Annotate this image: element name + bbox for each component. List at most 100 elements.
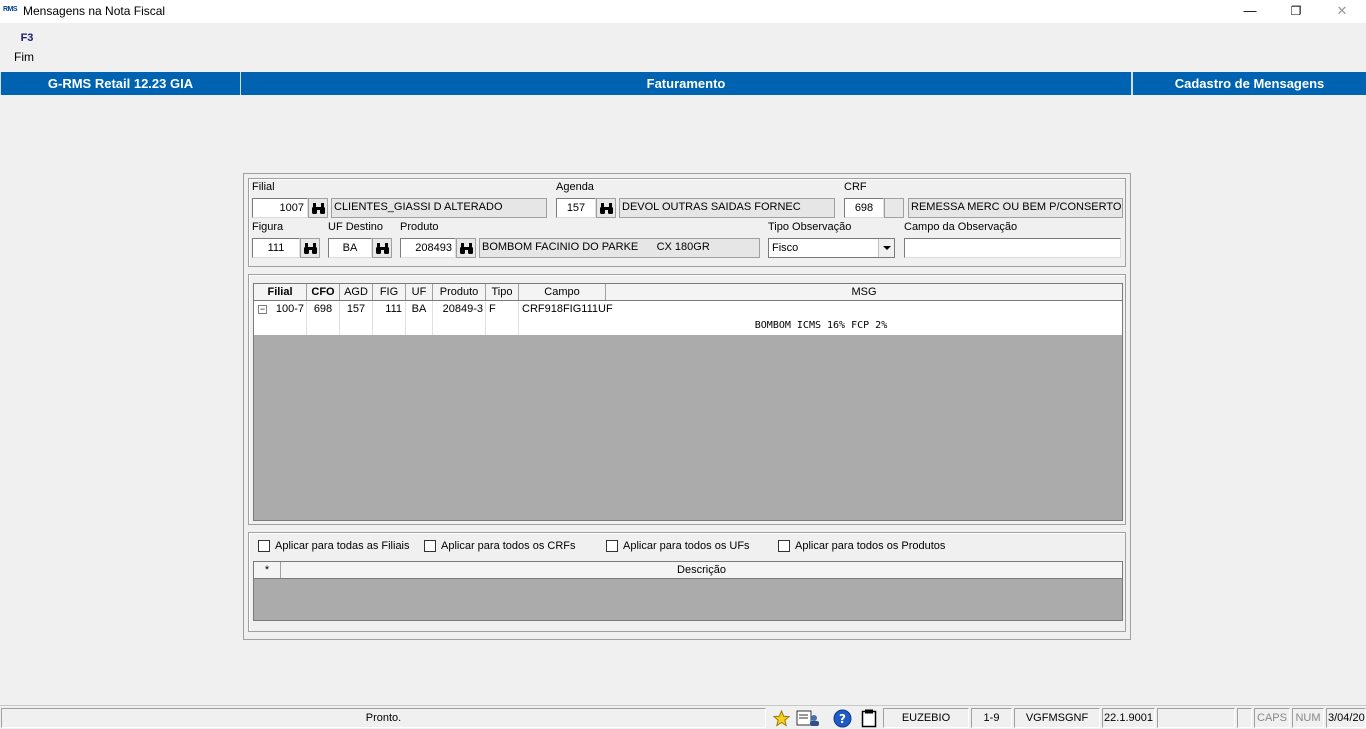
cell-uf: BA (406, 301, 433, 318)
binoculars-icon (311, 202, 325, 214)
col-tipo[interactable]: Tipo (486, 284, 519, 300)
blank-cell (433, 318, 486, 335)
status-date: 3/04/202 (1326, 708, 1366, 728)
status-empty-field (1157, 708, 1235, 728)
col-msg[interactable]: MSG (606, 284, 1122, 300)
document-user-icon (796, 710, 819, 726)
favorites-star-icon[interactable] (770, 708, 792, 728)
user-document-icon[interactable] (794, 708, 822, 728)
cell-campo: CRF918FIG111UF (522, 303, 613, 315)
cell-cfo: 698 (307, 301, 340, 318)
apply-all-filiais-label: Aplicar para todas as Filiais (275, 540, 410, 552)
campo-observacao-input[interactable] (904, 238, 1121, 258)
tipo-observacao-value: Fisco (772, 242, 799, 254)
table-row[interactable]: − 100-7 698 157 111 BA 20849-3 F CRF918F… (254, 301, 1122, 318)
apply-all-produtos-label: Aplicar para todos os Produtos (795, 540, 946, 552)
status-version: 22.1.9001 (1102, 708, 1155, 728)
message-detail-row[interactable]: BOMBOM ICMS 16% FCP 2% (254, 318, 1122, 335)
main-frame: Filial 1007 CLIENTES_GIASSI D ALTERADO A… (243, 173, 1131, 640)
apply-all-ufs-label: Aplicar para todos os UFs (623, 540, 750, 552)
produto-description: BOMBOM FACINIO DO PARKE CX 180GR (479, 238, 760, 258)
filial-input[interactable]: 1007 (252, 198, 308, 218)
binoculars-icon (375, 242, 389, 254)
app-logo-icon: RMS (3, 6, 18, 13)
crf-input[interactable]: 698 (844, 198, 884, 218)
col-campo[interactable]: Campo (519, 284, 606, 300)
checkbox-box[interactable] (606, 540, 618, 552)
results-group: Filial CFO AGD FIG UF Produto Tipo Campo… (248, 274, 1126, 525)
apply-all-ufs-checkbox[interactable]: Aplicar para todos os UFs (606, 540, 750, 552)
binoculars-icon (459, 242, 473, 254)
binoculars-icon (303, 242, 317, 254)
crf-description: REMESSA MERC OU BEM P/CONSERTO (908, 198, 1123, 218)
minimize-button[interactable]: — (1227, 0, 1273, 23)
produto-input[interactable]: 208493 (400, 238, 456, 258)
agenda-label: Agenda (556, 181, 594, 193)
options-group: Aplicar para todas as Filiais Aplicar pa… (248, 532, 1126, 632)
tipo-observacao-label: Tipo Observação (768, 221, 852, 233)
produto-lookup-button[interactable] (456, 238, 476, 258)
fkey-label: F3 (20, 32, 34, 44)
blank-cell (373, 318, 406, 335)
produto-label: Produto (400, 221, 439, 233)
filial-lookup-button[interactable] (308, 198, 328, 218)
apply-all-crfs-checkbox[interactable]: Aplicar para todos os CRFs (424, 540, 576, 552)
apply-all-filiais-checkbox[interactable]: Aplicar para todas as Filiais (258, 540, 410, 552)
checkbox-box[interactable] (778, 540, 790, 552)
col-fig[interactable]: FIG (373, 284, 406, 300)
chevron-down-icon[interactable] (878, 239, 894, 257)
blank-cell (486, 318, 519, 335)
agenda-lookup-button[interactable] (596, 198, 616, 218)
crf-lookup-button[interactable] (884, 198, 904, 218)
blank-cell (406, 318, 433, 335)
messages-grid[interactable]: Filial CFO AGD FIG UF Produto Tipo Campo… (253, 283, 1123, 521)
col-filial[interactable]: Filial (254, 284, 307, 300)
col-agd[interactable]: AGD (340, 284, 373, 300)
col-cfo[interactable]: CFO (307, 284, 340, 300)
status-range: 1-9 (971, 708, 1012, 728)
help-icon[interactable]: ? (831, 708, 853, 728)
uf-destino-input[interactable]: BA (328, 238, 372, 258)
status-num: NUM (1292, 708, 1324, 728)
fkey-action: Fim (14, 50, 34, 64)
cell-agd: 157 (340, 301, 373, 318)
status-message: Pronto. (1, 708, 766, 728)
status-user: EUZEBIO (883, 708, 969, 728)
clipboard-icon[interactable] (858, 708, 880, 728)
close-button[interactable]: ✕ (1319, 0, 1365, 23)
header-module: Faturamento (241, 72, 1132, 95)
uf-destino-label: UF Destino (328, 221, 384, 233)
header-app-version: G-RMS Retail 12.23 GIA (0, 72, 241, 95)
module-header: G-RMS Retail 12.23 GIA Faturamento Cadas… (0, 72, 1366, 95)
filter-group: Filial 1007 CLIENTES_GIASSI D ALTERADO A… (248, 178, 1126, 267)
col-produto[interactable]: Produto (433, 284, 486, 300)
fkey-fim-button[interactable]: F3 Fim (14, 32, 44, 64)
col-uf[interactable]: UF (406, 284, 433, 300)
filial-label: Filial (252, 181, 275, 193)
agenda-input[interactable]: 157 (556, 198, 596, 218)
checkbox-box[interactable] (424, 540, 436, 552)
figura-lookup-button[interactable] (300, 238, 320, 258)
header-screen: Cadastro de Mensagens (1132, 72, 1366, 95)
status-caps: CAPS (1254, 708, 1290, 728)
question-icon: ? (833, 709, 851, 727)
figura-input[interactable]: 111 (252, 238, 300, 258)
cell-fig: 111 (373, 301, 406, 318)
svg-text:?: ? (839, 712, 846, 726)
checkbox-box[interactable] (258, 540, 270, 552)
filial-description: CLIENTES_GIASSI D ALTERADO (331, 198, 547, 218)
uf-lookup-button[interactable] (372, 238, 392, 258)
apply-all-produtos-checkbox[interactable]: Aplicar para todos os Produtos (778, 540, 945, 552)
apply-all-crfs-label: Aplicar para todos os CRFs (441, 540, 576, 552)
star-icon (772, 709, 790, 727)
cell-produto: 20849-3 (433, 301, 486, 318)
restore-button[interactable]: ❐ (1273, 0, 1319, 23)
description-grid[interactable]: * Descrição (253, 561, 1123, 621)
campo-observacao-label: Campo da Observação (904, 221, 1018, 233)
col-star[interactable]: * (254, 562, 281, 578)
description-grid-header: * Descrição (254, 562, 1122, 579)
clipboard-icon (861, 709, 877, 727)
tipo-observacao-select[interactable]: Fisco (768, 238, 895, 258)
title-bar: RMS Mensagens na Nota Fiscal — ❐ ✕ (0, 0, 1366, 23)
col-descricao[interactable]: Descrição (281, 562, 1122, 578)
